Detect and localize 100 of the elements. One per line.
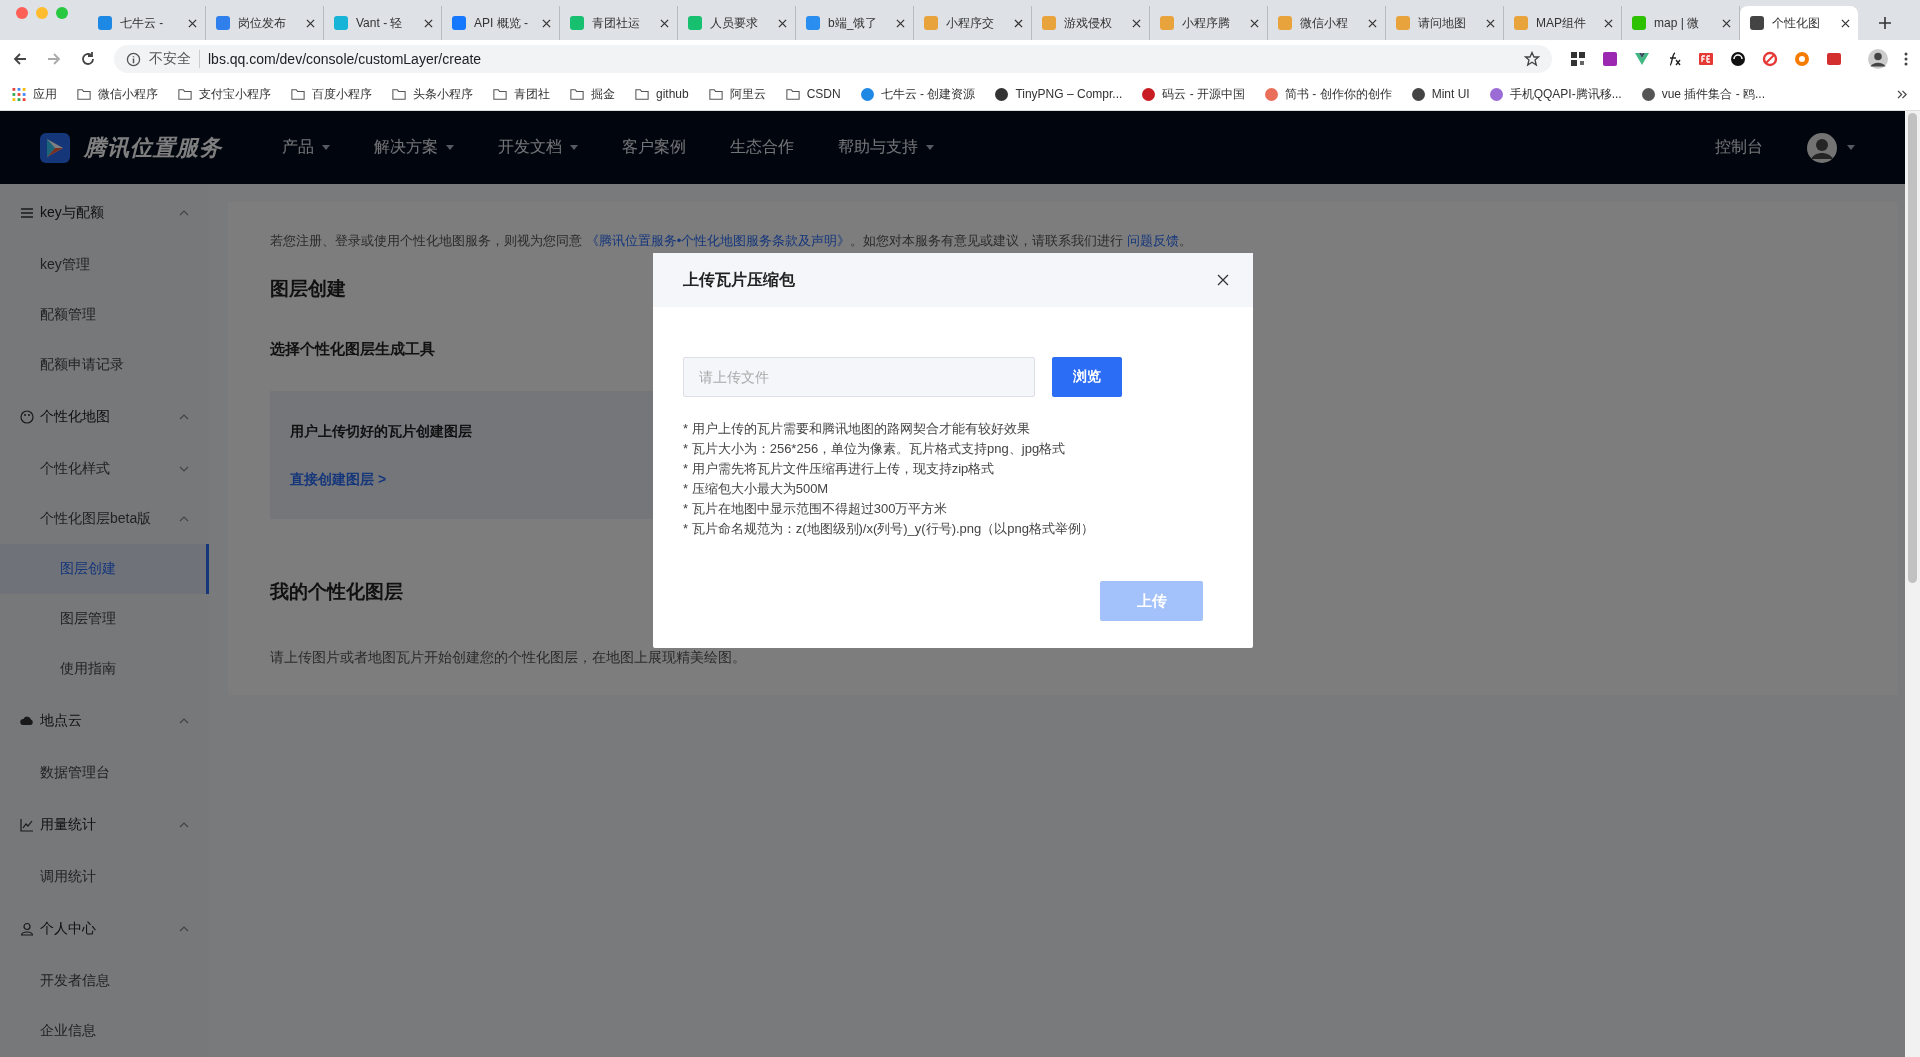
sidebar-group[interactable]: 个人中心	[0, 902, 209, 956]
sidebar-group[interactable]: 地点云	[0, 694, 209, 748]
more-bookmarks-icon[interactable]	[1897, 89, 1908, 99]
url-text: lbs.qq.com/dev/console/customLayer/create	[208, 51, 483, 67]
section-title: 我的个性化图层	[270, 580, 403, 604]
sidebar-item[interactable]: 配额管理	[0, 290, 209, 340]
bookmark[interactable]: 头条小程序	[392, 85, 473, 103]
hint-text: 请上传图片或者地图瓦片开始创建您的个性化图层，在地图上展现精美绘图。	[270, 649, 747, 667]
bookmark[interactable]: TinyPNG – Compr...	[995, 87, 1123, 101]
list-icon	[20, 206, 34, 220]
new-tab-icon[interactable]	[1878, 16, 1892, 30]
nav-link[interactable]: 生态合作	[730, 137, 794, 158]
bookmark[interactable]: 微信小程序	[77, 85, 158, 103]
extension-icon[interactable]	[1730, 51, 1746, 67]
close-icon[interactable]	[542, 18, 551, 28]
close-icon[interactable]	[778, 18, 787, 28]
bookmark[interactable]: 手机QQAPI-腾讯移...	[1489, 85, 1622, 103]
close-icon[interactable]	[896, 18, 905, 28]
person-icon	[20, 922, 34, 936]
bookmark[interactable]: 码云 - 开源中国	[1142, 85, 1245, 103]
close-icon[interactable]	[660, 18, 669, 28]
dialog-title: 上传瓦片压缩包	[683, 269, 795, 290]
line-chart-icon	[20, 818, 34, 832]
section-title: 选择个性化图层生成工具	[270, 340, 435, 359]
profile-avatar-icon[interactable]	[1868, 49, 1888, 69]
caret-icon	[926, 145, 934, 150]
bookmark[interactable]: CSDN	[785, 87, 841, 101]
folder-icon	[570, 87, 584, 101]
vue-devtools-icon[interactable]	[1634, 51, 1650, 67]
sidebar-group[interactable]: 个性化地图	[0, 390, 209, 444]
close-icon[interactable]	[1368, 18, 1377, 28]
bookmark[interactable]: 青团社	[493, 85, 550, 103]
close-icon[interactable]	[1722, 18, 1731, 28]
security-label: 不安全	[149, 50, 200, 68]
sidebar-item[interactable]: 调用统计	[0, 852, 209, 902]
avatar-icon[interactable]	[1807, 132, 1837, 163]
nav-link[interactable]: 开发文档	[498, 137, 578, 158]
scrollbar-thumb[interactable]	[1908, 113, 1917, 583]
close-icon[interactable]	[1014, 18, 1023, 28]
sidebar-item[interactable]: 使用指南	[0, 644, 209, 694]
sidebar-item[interactable]: 数据管理台	[0, 748, 209, 798]
bookmark[interactable]: 阿里云	[708, 85, 766, 103]
info-icon[interactable]	[126, 51, 141, 67]
bookmark[interactable]: 掘金	[570, 85, 615, 103]
note-text: * 压缩包大小最大为500M	[683, 480, 830, 498]
bookmark[interactable]: 百度小程序	[291, 85, 372, 103]
close-icon[interactable]	[1132, 18, 1141, 28]
bookmark[interactable]: vue 插件集合 - 鸥...	[1641, 85, 1766, 103]
bookmark[interactable]: 七牛云 - 创建资源	[860, 85, 976, 103]
sidebar-item[interactable]: 个性化样式	[0, 444, 209, 494]
sidebar-group[interactable]: key与配额	[0, 186, 209, 240]
close-icon[interactable]	[1841, 18, 1850, 28]
close-icon[interactable]	[424, 18, 433, 28]
sidebar-item[interactable]: 配额申请记录	[0, 340, 209, 390]
sidebar-item[interactable]: 开发者信息	[0, 956, 209, 1006]
qr-code-icon[interactable]	[1570, 51, 1586, 67]
sidebar-item[interactable]: 企业信息	[0, 1006, 209, 1056]
folder-icon	[708, 87, 723, 101]
folder-icon	[178, 87, 192, 101]
reload-icon[interactable]	[80, 51, 96, 67]
browser-tab[interactable]: 个性化图	[1740, 6, 1858, 40]
folder-icon	[785, 87, 800, 101]
close-icon[interactable]	[1250, 18, 1259, 28]
close-icon[interactable]	[1486, 18, 1495, 28]
page-title: 图层创建	[270, 277, 346, 301]
console-link[interactable]: 控制台	[1715, 137, 1763, 158]
caret-icon[interactable]	[1847, 145, 1855, 150]
nav-link[interactable]: 帮助与支持	[838, 137, 934, 158]
close-icon[interactable]	[1217, 274, 1229, 286]
folder-icon	[291, 87, 305, 101]
nav-link[interactable]: 客户案例	[622, 137, 686, 158]
sidebar-item[interactable]: key管理	[0, 240, 209, 290]
close-icon[interactable]	[1604, 18, 1613, 28]
extension-icon[interactable]	[1602, 51, 1618, 67]
nav-link[interactable]: 产品	[282, 137, 330, 158]
logo-icon[interactable]	[40, 132, 70, 163]
sidebar-item[interactable]: 图层管理	[0, 594, 209, 644]
bookmark[interactable]: 简书 - 创作你的创作	[1265, 85, 1392, 103]
back-icon[interactable]	[12, 51, 28, 67]
browse-button[interactable]: 浏览	[1052, 357, 1122, 397]
file-input-field[interactable]: 请上传文件	[683, 357, 1035, 397]
bookmark-star-icon[interactable]	[1524, 51, 1540, 67]
folder-icon	[77, 87, 91, 101]
scrollbar[interactable]	[1905, 111, 1920, 1057]
folder-icon	[392, 87, 406, 101]
folder-icon	[493, 87, 507, 101]
logo-text[interactable]: 腾讯位置服务	[84, 132, 222, 163]
menu-icon[interactable]	[1904, 51, 1908, 67]
sidebar-group[interactable]: 用量统计	[0, 798, 209, 852]
bookmark[interactable]: Mint UI	[1411, 87, 1470, 101]
caret-icon	[446, 145, 454, 150]
close-icon[interactable]	[306, 18, 315, 28]
close-icon[interactable]	[188, 18, 197, 28]
sidebar-item[interactable]: 个性化图层beta版	[0, 494, 209, 544]
bookmark[interactable]: github	[635, 87, 689, 101]
bookmark[interactable]: 支付宝小程序	[178, 85, 271, 103]
notice-text: 若您注册、登录或使用个性化地图服务，则视为您同意 《腾讯位置服务•个性化地图服务条款及声明》。如您对本服务有意见或建议，请联系我们进行 问题反馈。	[270, 232, 1192, 250]
bookmark[interactable]: 应用	[12, 85, 57, 103]
address-bar[interactable]: 不安全 lbs.qq.com/dev/console/customLayer/create	[114, 45, 1552, 73]
nav-link[interactable]: 解决方案	[374, 137, 454, 158]
